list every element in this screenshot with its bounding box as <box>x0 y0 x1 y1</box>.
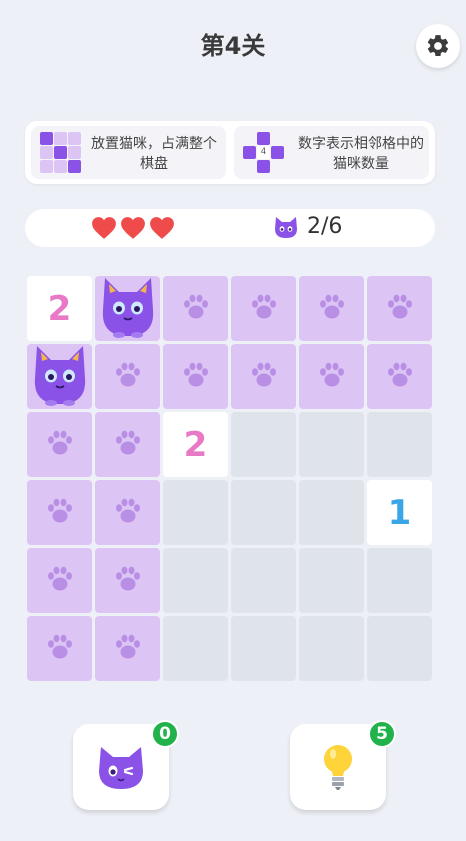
board-cell-number[interactable]: 1 <box>367 480 432 545</box>
rule-text-number: 数字表示相邻格中的猫咪数量 <box>298 136 424 172</box>
paw-icon <box>113 565 143 597</box>
board-cell-empty[interactable] <box>299 412 364 477</box>
board-cell-unknown[interactable] <box>163 344 228 409</box>
board-cell-empty[interactable] <box>231 548 296 613</box>
board-cell-empty[interactable] <box>299 616 364 681</box>
hint-tool-count-badge: 5 <box>368 720 396 748</box>
board-cell-unknown[interactable] <box>27 548 92 613</box>
board-cell-number[interactable]: 2 <box>27 276 92 341</box>
cat-face-icon <box>275 216 297 238</box>
board-cell-cat[interactable] <box>95 276 160 341</box>
board-cell-unknown[interactable] <box>27 480 92 545</box>
board-cell-cat[interactable] <box>27 344 92 409</box>
board-cell-unknown[interactable] <box>231 344 296 409</box>
mini-paw-cell <box>54 132 67 145</box>
board-cell-unknown[interactable] <box>95 616 160 681</box>
lives <box>91 216 175 244</box>
board-cell-unknown[interactable] <box>299 276 364 341</box>
board-cell-empty[interactable] <box>299 480 364 545</box>
board-cell-unknown[interactable] <box>95 412 160 477</box>
paw-icon <box>113 361 143 393</box>
paw-icon <box>317 361 347 393</box>
board-cell-empty[interactable] <box>163 480 228 545</box>
rule-card-fill-board: 放置猫咪，占满整个棋盘 <box>31 126 226 179</box>
mini-cat-icon <box>68 160 81 173</box>
board-cell-empty[interactable] <box>163 616 228 681</box>
rule-illustration-fill <box>40 132 82 174</box>
paw-icon <box>181 293 211 325</box>
gear-icon <box>427 35 449 57</box>
board-cell-unknown[interactable] <box>163 276 228 341</box>
cat-icon <box>29 342 91 412</box>
board-cell-unknown[interactable] <box>367 344 432 409</box>
board-cell-number[interactable]: 2 <box>163 412 228 477</box>
board-cell-empty[interactable] <box>231 616 296 681</box>
cat-progress: 2/6 <box>273 214 342 239</box>
paw-icon <box>317 293 347 325</box>
board-cell-unknown[interactable] <box>95 548 160 613</box>
board-cell-unknown[interactable] <box>95 480 160 545</box>
heart-icon <box>120 216 146 244</box>
mini-cat-icon <box>271 146 284 159</box>
board-cell-unknown[interactable] <box>231 276 296 341</box>
board-cell-empty[interactable] <box>367 548 432 613</box>
cat-tool-count-badge: 0 <box>151 720 179 748</box>
board-cell-empty[interactable] <box>367 412 432 477</box>
paw-icon <box>113 429 143 461</box>
paw-icon <box>45 429 75 461</box>
lightbulb-icon <box>324 745 352 790</box>
cat-icon <box>97 274 159 344</box>
board-cell-unknown[interactable] <box>299 344 364 409</box>
board-cell-unknown[interactable] <box>95 344 160 409</box>
mini-number-cell: 4 <box>257 146 270 159</box>
cell-number: 1 <box>387 492 412 533</box>
game-board: 2 2 1 <box>27 276 433 682</box>
mini-paw-cell <box>68 146 81 159</box>
board-cell-unknown[interactable] <box>27 412 92 477</box>
level-title: 第4关 <box>200 32 266 60</box>
paw-icon <box>385 293 415 325</box>
mini-paw-cell <box>40 160 53 173</box>
mini-cat-icon <box>257 160 270 173</box>
mini-cat-icon <box>54 146 67 159</box>
rule-text-fill: 放置猫咪，占满整个棋盘 <box>91 136 217 172</box>
paw-icon <box>113 633 143 665</box>
mini-cat-icon <box>40 132 53 145</box>
mini-paw-cell <box>54 160 67 173</box>
mini-cat-icon <box>243 146 256 159</box>
mini-paw-cell <box>40 146 53 159</box>
hint-tool[interactable]: 5 <box>290 720 396 810</box>
heart-icon <box>149 216 175 244</box>
paw-icon <box>113 497 143 529</box>
board-cell-empty[interactable] <box>163 548 228 613</box>
mini-cat-icon <box>257 132 270 145</box>
status-bar: 2/6 <box>25 209 435 247</box>
board-cell-empty[interactable] <box>231 412 296 477</box>
cat-progress-text: 2/6 <box>307 214 343 239</box>
cell-number: 2 <box>183 424 208 465</box>
board-cell-empty[interactable] <box>231 480 296 545</box>
paw-icon <box>45 565 75 597</box>
place-cat-tool[interactable]: 0 <box>73 720 179 810</box>
heart-icon <box>91 216 117 244</box>
rule-illustration-number: 4 <box>243 132 285 174</box>
cat-face-icon <box>99 747 143 789</box>
board-cell-empty[interactable] <box>367 616 432 681</box>
board-cell-unknown[interactable] <box>367 276 432 341</box>
paw-icon <box>385 361 415 393</box>
rules-panel: 放置猫咪，占满整个棋盘 4 数字表示相邻格中的猫咪数量 <box>25 121 435 184</box>
board-cell-empty[interactable] <box>299 548 364 613</box>
paw-icon <box>249 361 279 393</box>
paw-icon <box>45 633 75 665</box>
settings-button[interactable] <box>416 24 460 68</box>
mini-paw-cell <box>68 132 81 145</box>
paw-icon <box>181 361 211 393</box>
rule-card-number: 4 数字表示相邻格中的猫咪数量 <box>234 126 429 179</box>
cell-number: 2 <box>47 288 72 329</box>
board-cell-unknown[interactable] <box>27 616 92 681</box>
paw-icon <box>45 497 75 529</box>
paw-icon <box>249 293 279 325</box>
